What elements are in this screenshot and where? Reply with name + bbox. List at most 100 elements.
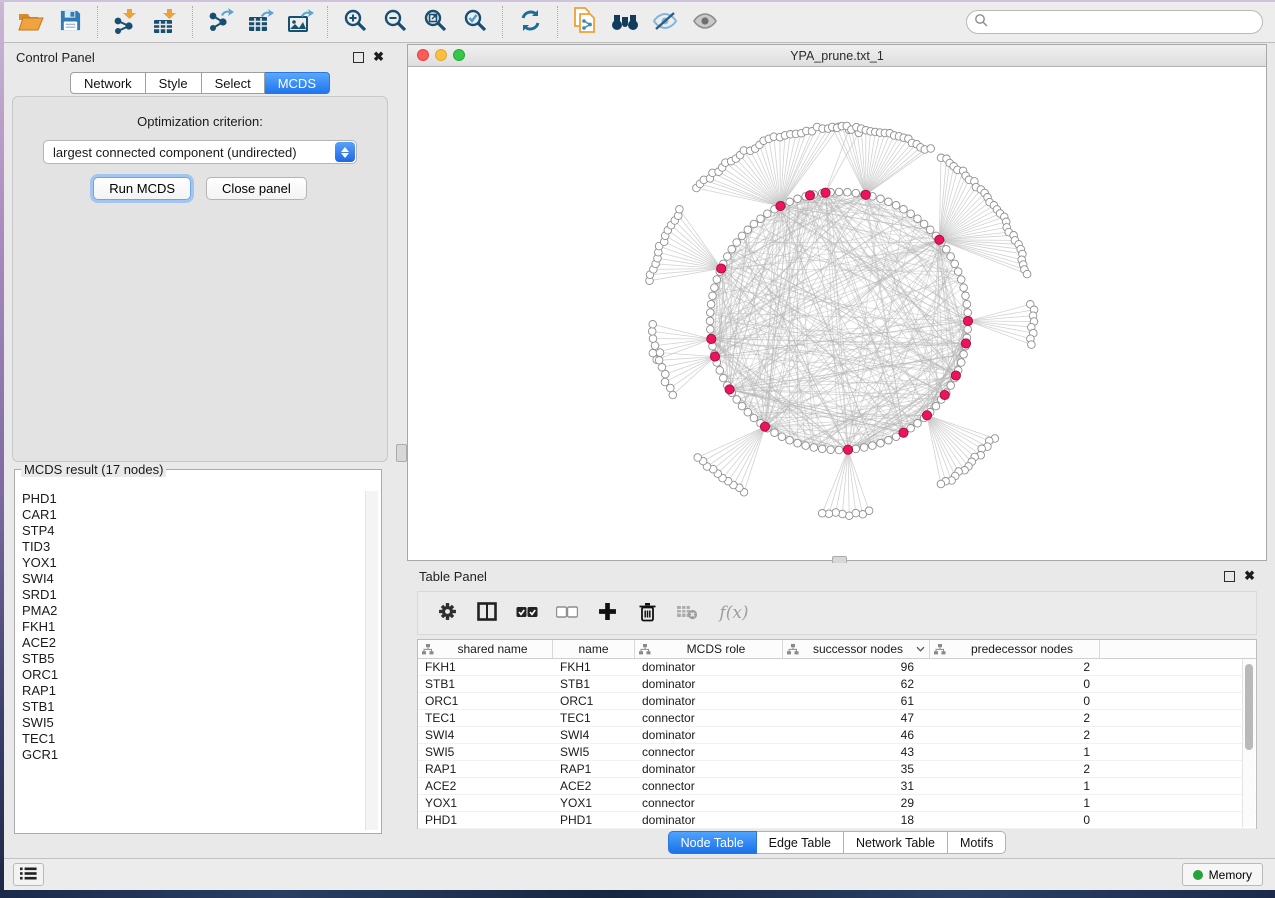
export-network-button[interactable] xyxy=(200,4,240,40)
zoom-fit-button[interactable] xyxy=(415,4,455,40)
table-row[interactable]: YOX1YOX1connector291 xyxy=(418,795,1256,812)
tab-select[interactable]: Select xyxy=(202,72,265,94)
mcds-result-item[interactable]: CAR1 xyxy=(22,507,365,523)
close-panel-icon[interactable]: ✖ xyxy=(373,52,384,62)
table-row[interactable]: RAP1RAP1dominator352 xyxy=(418,761,1256,778)
deselect-all-rows-button[interactable] xyxy=(552,598,582,628)
tab-network-table[interactable]: Network Table xyxy=(844,831,948,854)
table-row[interactable]: TEC1TEC1connector472 xyxy=(418,710,1256,727)
table-scrollbar[interactable] xyxy=(1242,659,1255,827)
control-panel: Control Panel ✖ NetworkStyleSelectMCDS O… xyxy=(4,44,396,858)
cell-successor-nodes: 47 xyxy=(783,711,930,725)
zoom-out-button[interactable] xyxy=(375,4,415,40)
column-header-filler xyxy=(1100,640,1256,658)
network-graph[interactable] xyxy=(408,66,1266,560)
cell-MCDS-role: dominator xyxy=(635,813,783,827)
column-header-shared-name[interactable]: shared name xyxy=(418,640,553,658)
refresh-view-button[interactable] xyxy=(510,4,550,40)
delete-column-button[interactable] xyxy=(632,598,662,628)
toolbar-separator xyxy=(502,6,503,38)
tab-edge-table[interactable]: Edge Table xyxy=(757,831,844,854)
mcds-result-item[interactable]: YOX1 xyxy=(22,555,365,571)
mcds-result-item[interactable]: STB1 xyxy=(22,699,365,715)
search-input[interactable] xyxy=(988,14,1262,30)
zoom-fit-icon xyxy=(423,8,448,36)
cell-name: FKH1 xyxy=(553,660,635,674)
mcds-result-item[interactable]: FKH1 xyxy=(22,619,365,635)
mcds-result-item[interactable]: SWI5 xyxy=(22,715,365,731)
close-window-traffic-light[interactable] xyxy=(417,49,429,61)
memory-status-button[interactable]: Memory xyxy=(1182,863,1263,886)
run-mcds-button[interactable]: Run MCDS xyxy=(93,177,191,200)
column-header-successor-nodes[interactable]: successor nodes xyxy=(783,640,930,658)
import-table-icon xyxy=(152,8,178,37)
table-row[interactable]: FKH1FKH1dominator962 xyxy=(418,659,1256,676)
save-session-button[interactable] xyxy=(50,4,90,40)
mcds-result-item[interactable]: PHD1 xyxy=(22,491,365,507)
tab-node-table[interactable]: Node Table xyxy=(668,831,757,854)
mcds-result-list[interactable]: PHD1CAR1STP4TID3YOX1SWI4SRD1PMA2FKH1ACE2… xyxy=(18,491,365,830)
column-header-name[interactable]: name xyxy=(553,640,635,658)
cell-predecessor-nodes: 0 xyxy=(930,694,1100,708)
create-column-button[interactable] xyxy=(592,598,622,628)
tab-style[interactable]: Style xyxy=(146,72,202,94)
hide-selected-button[interactable] xyxy=(645,4,685,40)
mcds-result-item[interactable]: PMA2 xyxy=(22,603,365,619)
mcds-result-item[interactable]: SRD1 xyxy=(22,587,365,603)
show-all-button[interactable] xyxy=(685,4,725,40)
zoom-selected-button[interactable] xyxy=(455,4,495,40)
tab-motifs[interactable]: Motifs xyxy=(948,831,1006,854)
mcds-result-item[interactable]: STB5 xyxy=(22,651,365,667)
desktop-wallpaper-bottom xyxy=(0,890,1275,898)
network-search-box[interactable] xyxy=(966,10,1263,34)
column-header-MCDS-role[interactable]: MCDS role xyxy=(635,640,783,658)
minimize-window-traffic-light[interactable] xyxy=(435,49,447,61)
column-header-predecessor-nodes[interactable]: predecessor nodes xyxy=(930,640,1100,658)
cell-predecessor-nodes: 1 xyxy=(930,745,1100,759)
mcds-result-item[interactable]: ACE2 xyxy=(22,635,365,651)
table-row[interactable]: ACE2ACE2connector311 xyxy=(418,778,1256,795)
tab-mcds[interactable]: MCDS xyxy=(265,72,330,94)
maximize-window-traffic-light[interactable] xyxy=(453,49,465,61)
cell-MCDS-role: connector xyxy=(635,779,783,793)
mcds-result-item[interactable]: GCR1 xyxy=(22,747,365,763)
vertical-splitter-handle[interactable] xyxy=(396,444,407,462)
mcds-result-item[interactable]: ORC1 xyxy=(22,667,365,683)
table-scrollbar-thumb[interactable] xyxy=(1245,664,1253,750)
cell-MCDS-role: connector xyxy=(635,745,783,759)
eye-icon xyxy=(691,9,719,36)
export-image-button[interactable] xyxy=(280,4,320,40)
mcds-result-item[interactable]: RAP1 xyxy=(22,683,365,699)
open-session-button[interactable] xyxy=(10,4,50,40)
network-window-titlebar[interactable]: YPA_prune.txt_1 xyxy=(408,45,1266,67)
cell-predecessor-nodes: 2 xyxy=(930,728,1100,742)
mcds-result-item[interactable]: TEC1 xyxy=(22,731,365,747)
float-table-panel-icon[interactable] xyxy=(1224,571,1235,582)
table-settings-button[interactable] xyxy=(432,598,462,628)
close-table-panel-icon[interactable]: ✖ xyxy=(1244,571,1255,581)
table-row[interactable]: STB1STB1dominator620 xyxy=(418,676,1256,693)
select-all-rows-button[interactable] xyxy=(512,598,542,628)
first-neighbors-button[interactable] xyxy=(605,4,645,40)
clone-network-button[interactable] xyxy=(565,4,605,40)
table-row[interactable]: SWI4SWI4dominator462 xyxy=(418,727,1256,744)
close-panel-button[interactable]: Close panel xyxy=(206,177,307,200)
network-canvas[interactable] xyxy=(408,66,1266,560)
mcds-result-item[interactable]: SWI4 xyxy=(22,571,365,587)
float-panel-icon[interactable] xyxy=(353,52,364,63)
optimization-criterion-select[interactable]: largest connected component (undirected) xyxy=(43,140,357,164)
table-row[interactable]: ORC1ORC1dominator610 xyxy=(418,693,1256,710)
tab-network[interactable]: Network xyxy=(70,72,146,94)
task-history-button[interactable] xyxy=(13,863,44,886)
mcds-list-scrollbar[interactable] xyxy=(365,491,378,830)
zoom-in-button[interactable] xyxy=(335,4,375,40)
export-table-button[interactable] xyxy=(240,4,280,40)
import-network-button[interactable] xyxy=(105,4,145,40)
cell-name: PHD1 xyxy=(553,813,635,827)
table-row[interactable]: SWI5SWI5connector431 xyxy=(418,744,1256,761)
table-row[interactable]: PHD1PHD1dominator180 xyxy=(418,812,1256,829)
show-column-panel-button[interactable] xyxy=(472,598,502,628)
mcds-result-item[interactable]: STP4 xyxy=(22,523,365,539)
mcds-result-item[interactable]: TID3 xyxy=(22,539,365,555)
import-table-button[interactable] xyxy=(145,4,185,40)
